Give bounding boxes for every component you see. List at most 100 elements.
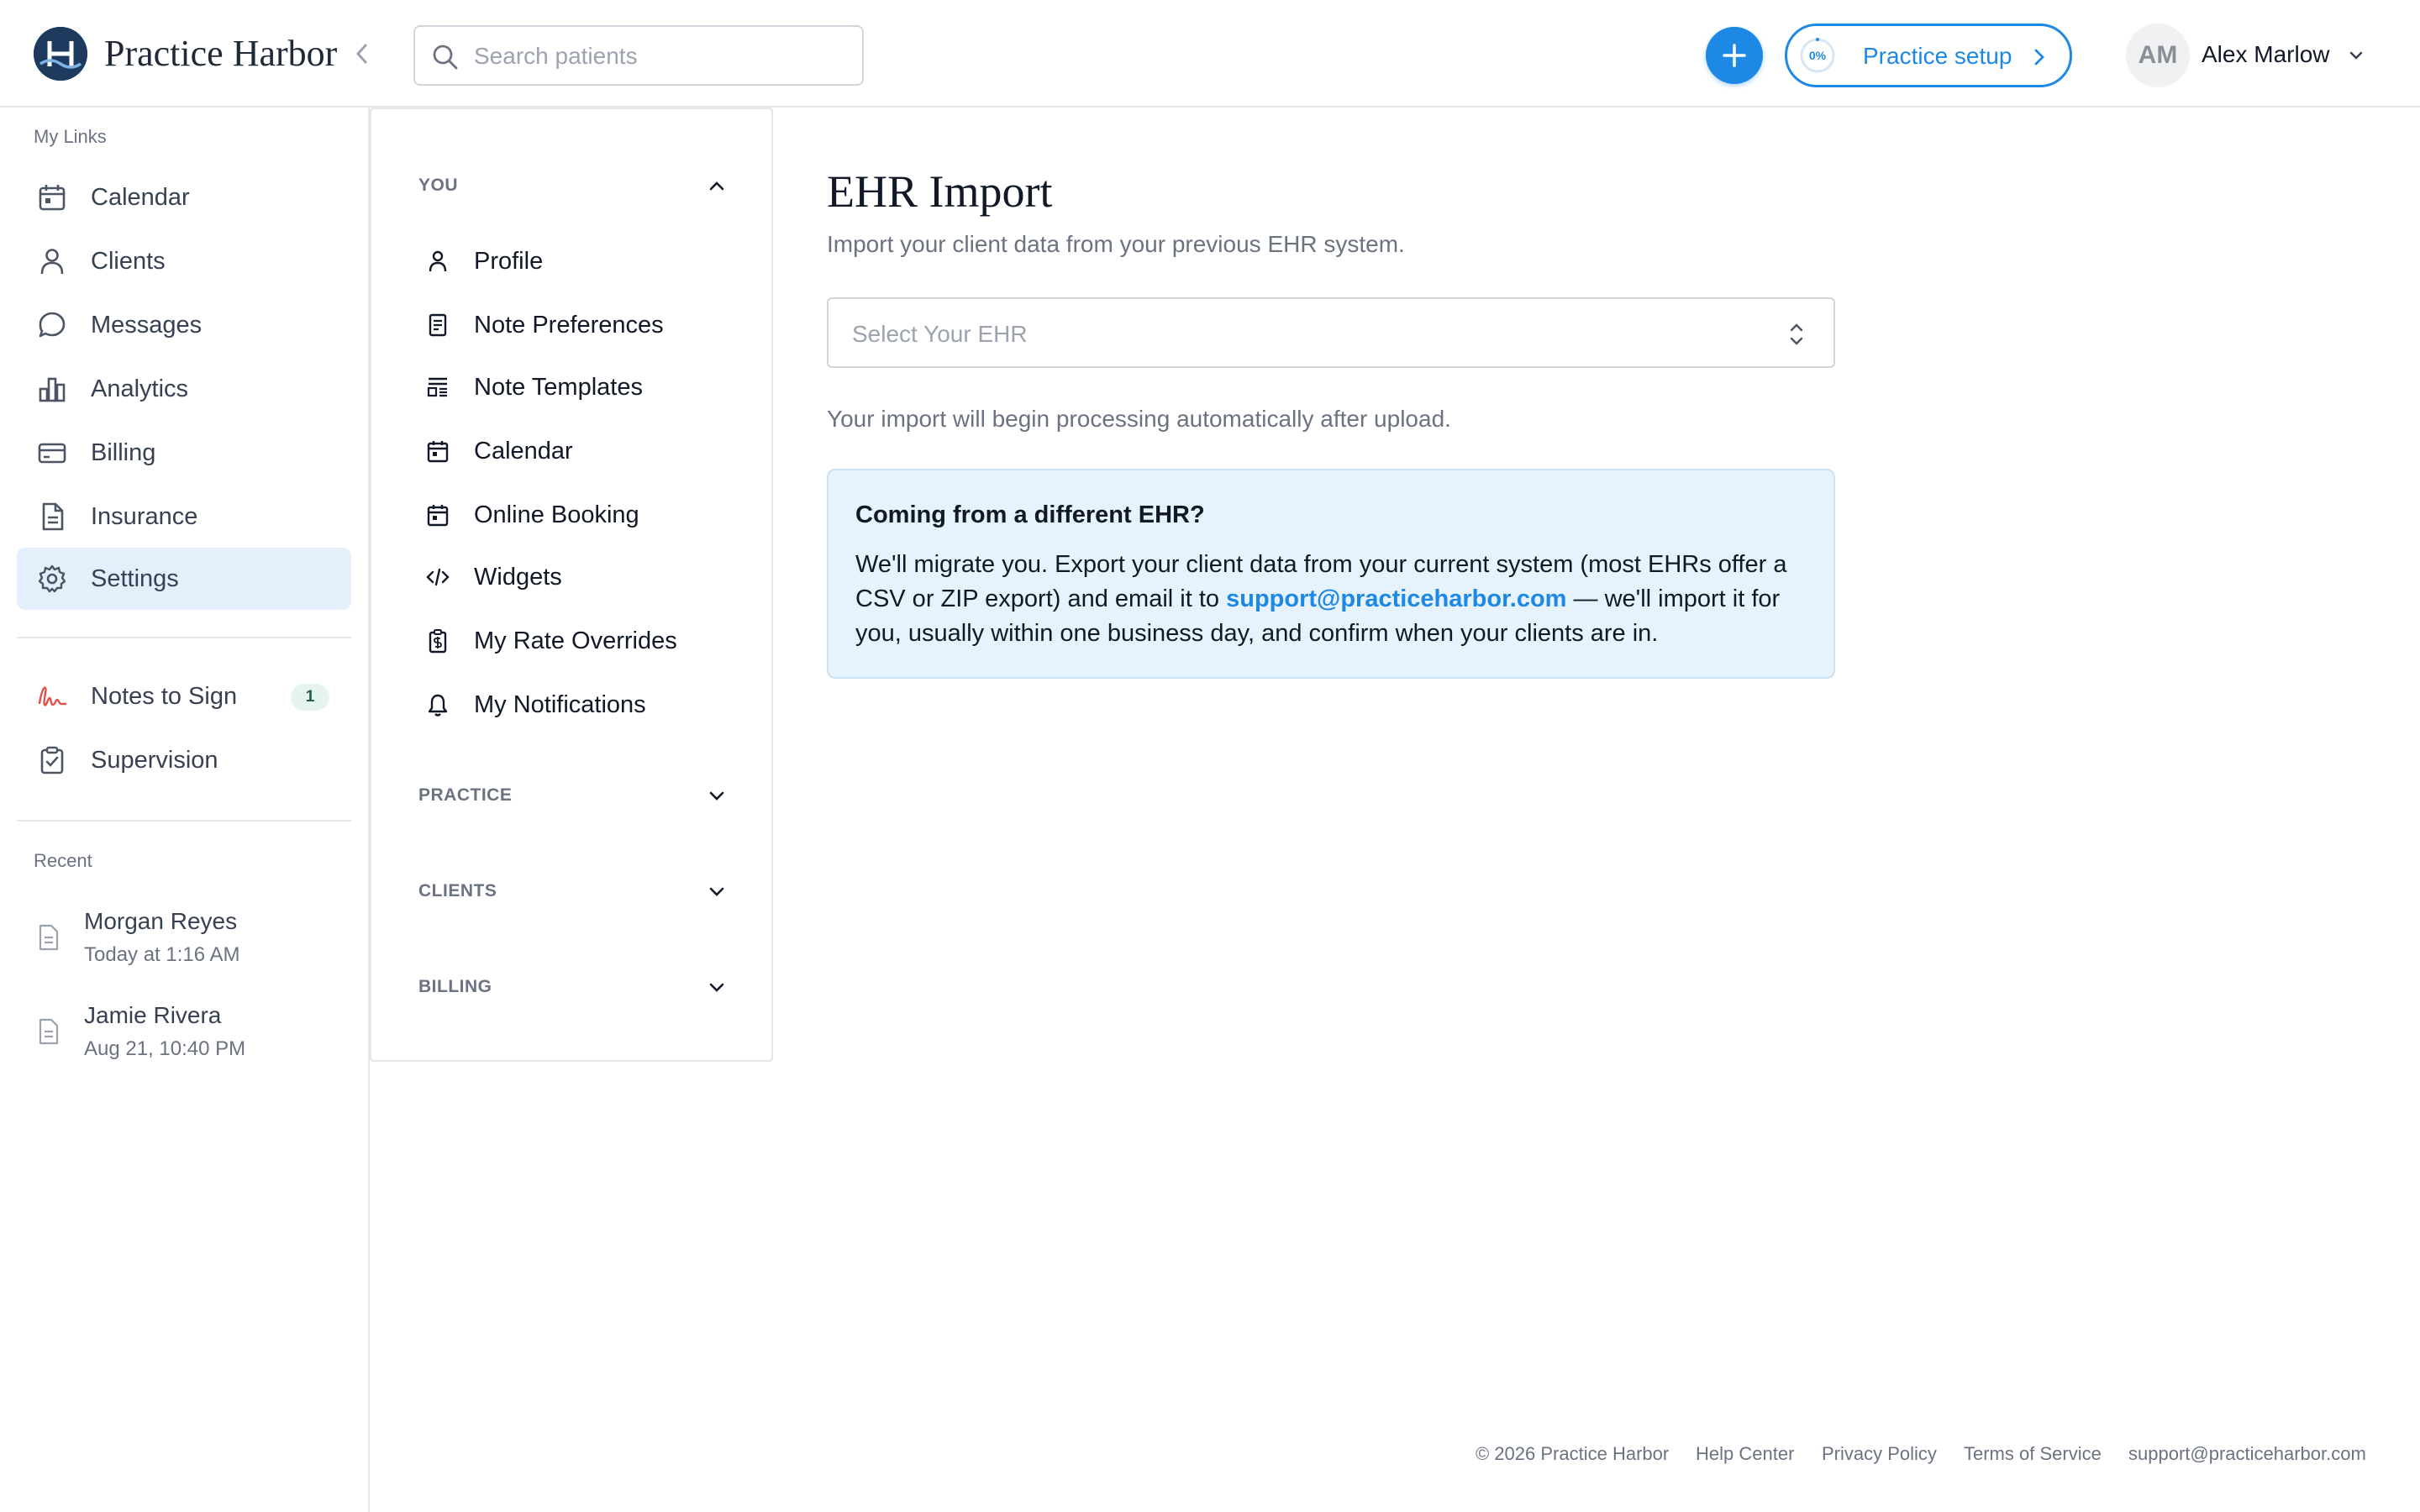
bar-chart-icon [39, 377, 66, 402]
calendar-icon [427, 505, 449, 527]
recent-client-name: Morgan Reyes [84, 908, 238, 934]
user-avatar[interactable]: AM [2126, 24, 2190, 87]
recent-item[interactable]: Morgan Reyes Today at 1:16 AM [17, 902, 351, 983]
info-box-body: We'll migrate you. Export your client da… [855, 548, 1813, 651]
code-icon [426, 568, 450, 586]
settings-item-my-notifications[interactable]: My Notifications [418, 680, 729, 729]
sidebar-item-calendar[interactable]: Calendar [17, 166, 351, 228]
ehr-select-dropdown[interactable]: Select Your EHR [827, 297, 1835, 368]
settings-group-practice-header[interactable]: PRACTICE [418, 774, 729, 816]
page-subtitle: Import your client data from your previo… [827, 231, 1405, 257]
main-sidebar: My Links Calendar Clients Messages Analy… [0, 108, 370, 1512]
practice-harbor-logo[interactable] [34, 27, 87, 81]
chevron-up-icon [709, 181, 724, 191]
chevron-down-icon [709, 887, 724, 896]
plus-icon [1723, 44, 1746, 67]
import-processing-note: Your import will begin processing automa… [827, 406, 1451, 432]
settings-item-note-templates[interactable]: Note Templates [418, 363, 729, 412]
settings-menu-panel: YOU Profile Note Preferences Note Templa… [370, 108, 773, 1062]
sidebar-item-label: Insurance [91, 503, 198, 530]
chevron-up-down-icon [1790, 323, 1803, 345]
sidebar-item-analytics[interactable]: Analytics [17, 358, 351, 420]
recent-timestamp: Today at 1:16 AM [84, 943, 240, 966]
settings-item-online-booking[interactable]: Online Booking [418, 491, 729, 539]
user-icon [40, 249, 64, 275]
footer-copyright: © 2026 Practice Harbor [1476, 1443, 1670, 1464]
setup-progress-percent: 0% [1808, 49, 1827, 62]
top-bar: Practice Harbor 0% Practice setup AM Ale… [0, 0, 2420, 108]
group-label: CLIENTS [418, 881, 497, 900]
settings-group-billing-header[interactable]: BILLING [418, 966, 729, 1008]
bell-icon [428, 694, 448, 717]
settings-item-label: My Notifications [474, 691, 646, 718]
chevron-down-icon[interactable] [2348, 47, 2365, 64]
calendar-icon [39, 185, 66, 211]
settings-item-label: Profile [474, 248, 544, 275]
sidebar-item-supervision[interactable]: Supervision [17, 729, 351, 791]
calendar-icon [427, 441, 449, 463]
search-icon [433, 45, 458, 70]
settings-item-profile[interactable]: Profile [418, 237, 729, 286]
settings-item-my-rate-overrides[interactable]: My Rate Overrides [418, 617, 729, 665]
brand-name[interactable]: Practice Harbor [104, 30, 337, 77]
sidebar-divider [17, 637, 351, 638]
search-input[interactable] [474, 37, 844, 76]
sidebar-item-settings[interactable]: Settings [17, 548, 351, 610]
group-label: YOU [418, 176, 459, 195]
settings-item-label: Note Templates [474, 374, 643, 401]
sidebar-item-billing[interactable]: Billing [17, 422, 351, 484]
settings-item-widgets[interactable]: Widgets [418, 553, 729, 601]
sidebar-item-insurance[interactable]: Insurance [17, 486, 351, 548]
sidebar-item-label: Settings [91, 565, 179, 592]
footer-link-help-center[interactable]: Help Center [1696, 1441, 1794, 1467]
settings-group-you-header[interactable]: YOU [418, 165, 729, 207]
sidebar-item-notes-to-sign[interactable]: Notes to Sign 1 [17, 665, 351, 727]
practice-setup-label: Practice setup [1863, 43, 2012, 69]
chevron-down-icon [709, 791, 724, 801]
migration-info-box: Coming from a different EHR? We'll migra… [827, 469, 1835, 679]
document-icon [42, 502, 64, 531]
user-name[interactable]: Alex Marlow [2202, 40, 2329, 69]
search-box[interactable] [413, 25, 864, 86]
sidebar-item-label: Billing [91, 439, 156, 466]
footer-link-terms-of-service[interactable]: Terms of Service [1964, 1441, 2102, 1467]
dollar-clipboard-icon [429, 629, 447, 654]
sidebar-item-messages[interactable]: Messages [17, 294, 351, 356]
recent-client-name: Jamie Rivera [84, 1002, 222, 1028]
recent-item[interactable]: Jamie Rivera Aug 21, 10:40 PM [17, 996, 351, 1077]
chevron-right-icon [2034, 49, 2044, 66]
sidebar-item-clients[interactable]: Clients [17, 230, 351, 292]
sidebar-item-label: Calendar [91, 184, 190, 211]
ehr-select-placeholder: Select Your EHR [852, 321, 1028, 347]
notes-count-badge: 1 [291, 684, 329, 711]
user-icon [429, 250, 447, 272]
document-icon [39, 1018, 59, 1045]
credit-card-icon [38, 443, 66, 464]
template-icon [427, 377, 447, 397]
gear-icon [38, 564, 66, 593]
settings-group-clients-header[interactable]: CLIENTS [418, 870, 729, 912]
support-email-link[interactable]: support@practiceharbor.com [1226, 585, 1566, 612]
settings-item-calendar[interactable]: Calendar [418, 427, 729, 475]
sidebar-item-label: Supervision [91, 747, 218, 774]
footer-link-support-email[interactable]: support@practiceharbor.com [2128, 1441, 2366, 1467]
chevron-down-icon [709, 983, 724, 992]
settings-item-label: Online Booking [474, 501, 639, 528]
note-icon [429, 313, 447, 337]
sidebar-item-label: Notes to Sign [91, 683, 238, 710]
group-label: BILLING [418, 977, 492, 996]
footer-link-privacy-policy[interactable]: Privacy Policy [1822, 1441, 1937, 1467]
recent-label: Recent [34, 850, 92, 871]
document-icon [39, 924, 59, 951]
practice-setup-button[interactable]: 0% Practice setup [1785, 24, 2072, 87]
settings-item-label: Calendar [474, 438, 573, 465]
signature-icon [38, 686, 67, 706]
collapse-sidebar-icon[interactable] [350, 39, 373, 69]
chat-icon [39, 312, 66, 338]
sidebar-item-label: Analytics [91, 375, 189, 402]
settings-item-label: Widgets [474, 564, 562, 591]
settings-item-note-preferences[interactable]: Note Preferences [418, 301, 729, 349]
create-new-button[interactable] [1706, 27, 1763, 84]
sidebar-divider [17, 820, 351, 822]
recent-timestamp: Aug 21, 10:40 PM [84, 1037, 246, 1060]
